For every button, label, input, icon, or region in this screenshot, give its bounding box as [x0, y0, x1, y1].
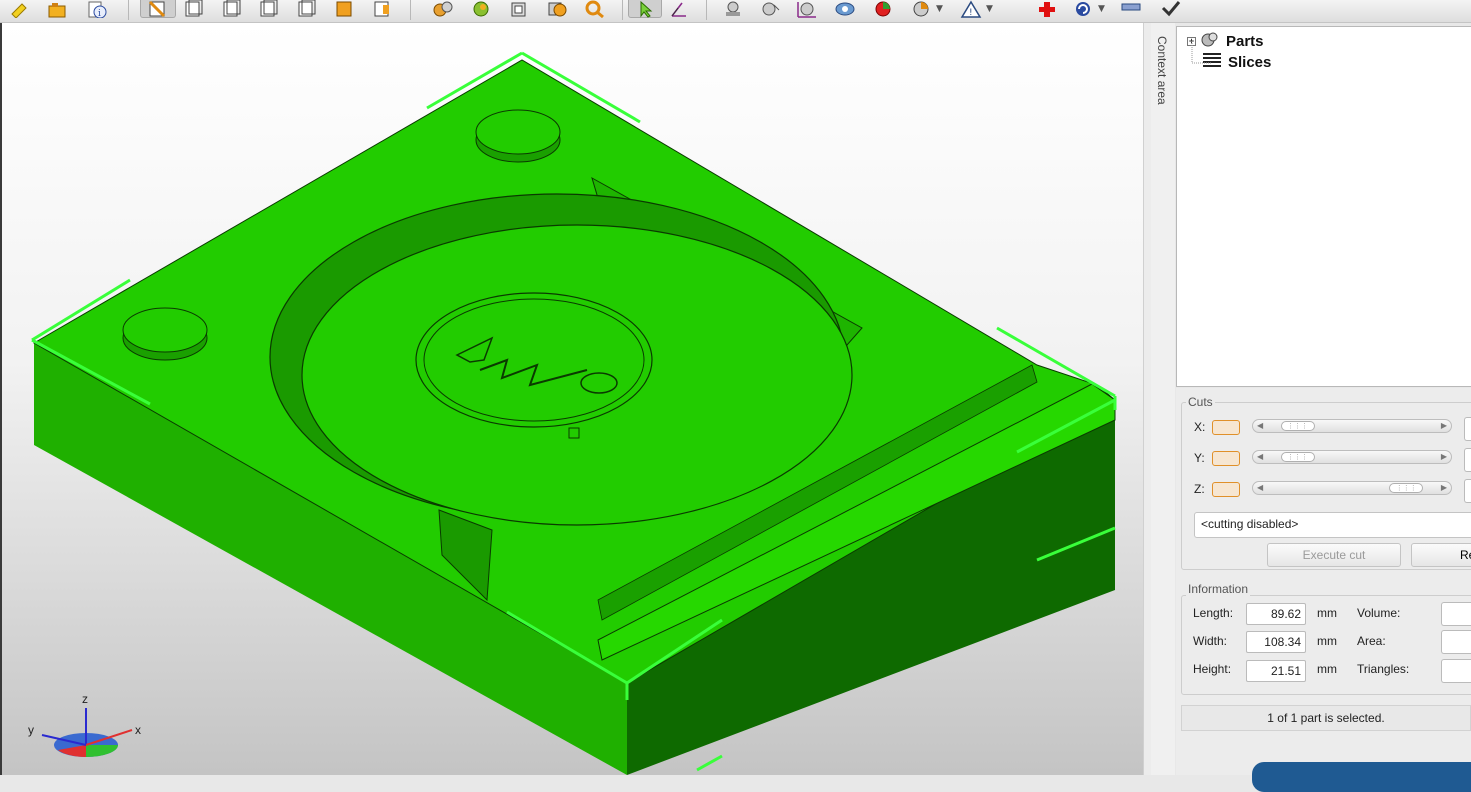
triangles-label: Triangles:	[1357, 662, 1410, 676]
view-right-icon[interactable]	[258, 0, 280, 18]
cut-mode-select[interactable]: <cutting disabled>	[1194, 512, 1471, 538]
cut-z-value[interactable]	[1464, 479, 1471, 503]
part-tree[interactable]: + Parts Slices	[1176, 26, 1471, 387]
view-back-icon[interactable]	[183, 0, 205, 18]
width-value: 108.34	[1246, 631, 1306, 653]
height-label: Height:	[1193, 662, 1232, 676]
svg-text:i: i	[98, 9, 101, 18]
cut-y-value[interactable]	[1464, 448, 1471, 472]
undo-icon[interactable]	[1072, 0, 1094, 18]
cut-z-label: Z:	[1194, 482, 1205, 496]
select-icon[interactable]	[628, 0, 662, 18]
height-unit: mm	[1317, 662, 1337, 676]
3d-viewport[interactable]: z y x	[0, 23, 1143, 775]
view-top-icon[interactable]	[296, 0, 318, 18]
boss-top-top	[475, 109, 561, 155]
pie-icon[interactable]	[910, 0, 932, 18]
chevron-down-icon[interactable]: ▼	[936, 4, 943, 14]
cut-y-label: Y:	[1194, 451, 1205, 465]
area-label: Area:	[1357, 634, 1386, 648]
cut-y-color[interactable]	[1212, 451, 1240, 466]
cut-x-color[interactable]	[1212, 420, 1240, 435]
context-area-label[interactable]: Context area	[1155, 36, 1169, 105]
model-render[interactable]	[2, 23, 1143, 775]
cut-x-value[interactable]	[1464, 417, 1471, 441]
material-icon[interactable]	[872, 0, 894, 18]
cuts-title: Cuts	[1186, 395, 1215, 409]
add-icon[interactable]	[1036, 0, 1058, 18]
length-unit: mm	[1317, 606, 1337, 620]
tree-item-label: Parts	[1226, 32, 1264, 50]
context-tab[interactable]	[1151, 23, 1175, 775]
height-value: 21.51	[1246, 660, 1306, 682]
execute-cut-button[interactable]: Execute cut	[1267, 543, 1401, 567]
globe-icon[interactable]	[834, 0, 856, 18]
cube-icon[interactable]	[508, 0, 530, 18]
boss-left-top	[122, 307, 208, 353]
view-front-icon[interactable]	[140, 0, 176, 18]
warning-icon[interactable]: !	[960, 0, 982, 18]
tree-item-label: Slices	[1228, 53, 1272, 71]
open-icon[interactable]	[46, 0, 68, 18]
length-label: Length:	[1193, 606, 1234, 620]
ruler-icon[interactable]	[1120, 0, 1142, 18]
width-unit: mm	[1317, 634, 1337, 648]
width-label: Width:	[1193, 634, 1228, 648]
axis-triad	[41, 708, 133, 757]
parts-icon[interactable]	[432, 0, 454, 18]
information-title: Information	[1186, 582, 1251, 596]
logo-disc	[415, 292, 653, 428]
search-icon[interactable]	[584, 0, 606, 18]
axis-z-label: z	[82, 692, 88, 706]
area-value	[1441, 630, 1471, 654]
paint-icon[interactable]	[546, 0, 568, 18]
svg-text:!: !	[969, 8, 973, 18]
cut-x-slider[interactable]: ◀ ▶ ⋮⋮⋮	[1252, 419, 1452, 433]
new-icon[interactable]	[8, 0, 30, 18]
axis-x-label: x	[135, 723, 141, 737]
chevron-down-icon[interactable]: ▼	[986, 4, 993, 14]
cut-y-slider[interactable]: ◀ ▶ ⋮⋮⋮	[1252, 450, 1452, 464]
info-icon[interactable]: i	[86, 0, 108, 18]
panel-splitter[interactable]	[1143, 23, 1151, 775]
tree-connector	[1191, 41, 1211, 64]
cut-z-slider[interactable]: ◀ ▶ ⋮⋮⋮	[1252, 481, 1452, 495]
check-icon[interactable]	[1160, 0, 1182, 18]
sphere-icon[interactable]	[722, 0, 744, 18]
view-left-icon[interactable]	[221, 0, 243, 18]
view-iso-icon[interactable]	[372, 0, 394, 18]
measure-icon[interactable]	[668, 0, 690, 18]
cut-z-color[interactable]	[1212, 482, 1240, 497]
bottom-action-button[interactable]	[1252, 762, 1471, 792]
transform-icon[interactable]	[796, 0, 818, 18]
chevron-down-icon[interactable]: ▼	[1098, 4, 1105, 14]
spheres-icon[interactable]	[760, 0, 782, 18]
cut-x-label: X:	[1194, 420, 1206, 434]
color-icon[interactable]	[470, 0, 492, 18]
volume-label: Volume:	[1357, 606, 1401, 620]
volume-value	[1441, 602, 1471, 626]
axis-y-label: y	[28, 723, 34, 737]
reset-cut-button[interactable]: Re	[1411, 543, 1471, 567]
view-bottom-icon[interactable]	[334, 0, 356, 18]
triangles-value	[1441, 659, 1471, 683]
main-toolbar: i ▼ ! ▼ ▼	[0, 0, 1471, 23]
selection-status: 1 of 1 part is selected.	[1181, 705, 1471, 731]
length-value: 89.62	[1246, 603, 1306, 625]
